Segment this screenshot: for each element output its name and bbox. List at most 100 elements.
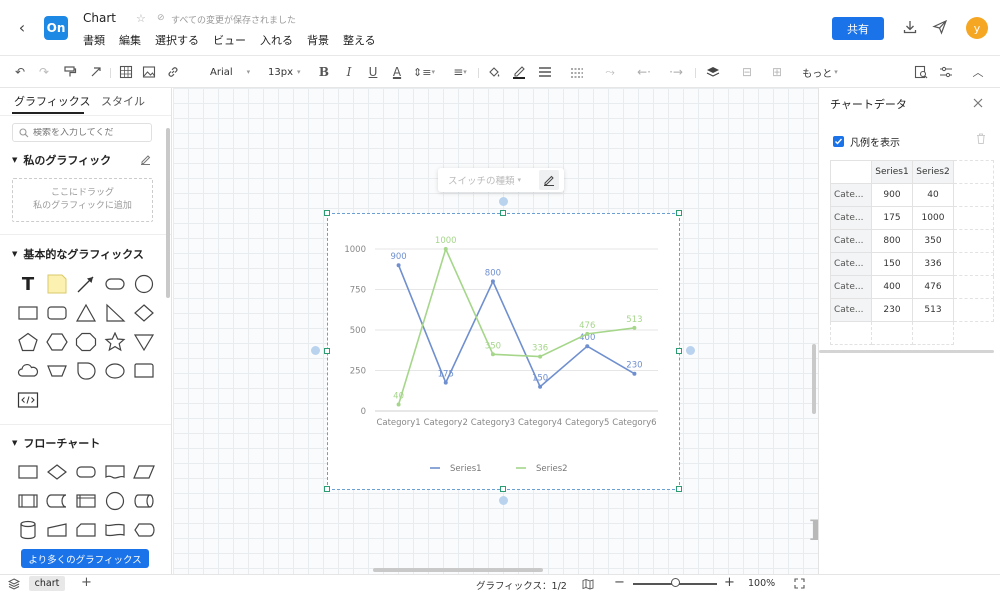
canvas[interactable]: スイッチの種類 ▾ 0 250 500 750 1000 Category1 Categor… — [173, 88, 818, 574]
graphics-search[interactable] — [12, 123, 152, 142]
distribute-icon[interactable]: ⊞ — [768, 64, 786, 80]
menu-item-arrange[interactable]: 整える — [343, 32, 376, 48]
font-family-select[interactable]: Arial ▾ — [210, 64, 258, 80]
table-cell[interactable]: 513 — [912, 298, 954, 322]
show-legend-checkbox[interactable] — [833, 136, 844, 147]
data-shape-icon[interactable] — [132, 462, 156, 482]
connect-point-right[interactable] — [686, 346, 695, 355]
text-shape-icon[interactable]: T — [16, 274, 40, 295]
canvas-horizontal-scrollbar[interactable] — [373, 568, 543, 572]
my-graphics-header[interactable]: ▼ 私のグラフィック — [12, 152, 111, 168]
row-label-cell[interactable]: Cate... — [830, 252, 872, 276]
connect-point-top[interactable] — [499, 197, 508, 206]
drop-zone[interactable]: ここにドラッグ 私のグラフィックに追加 — [12, 178, 153, 222]
menu-item-document[interactable]: 書類 — [83, 32, 105, 48]
bold-icon[interactable]: B — [318, 64, 330, 80]
page-tab[interactable]: chart — [29, 576, 65, 591]
switch-type-label[interactable]: スイッチの種類 — [448, 173, 515, 187]
fullscreen-icon[interactable] — [794, 578, 805, 592]
line-color-icon[interactable] — [511, 64, 527, 80]
arrow-end-icon[interactable]: ·→ — [666, 64, 686, 80]
align-objects-icon[interactable]: ⊟ — [738, 64, 756, 80]
octagon-shape-icon[interactable] — [74, 332, 98, 352]
menu-item-background[interactable]: 背景 — [307, 32, 329, 48]
close-icon[interactable] — [973, 98, 983, 111]
decision-shape-icon[interactable] — [45, 462, 69, 482]
menu-item-select[interactable]: 選択する — [155, 32, 199, 48]
undo-icon[interactable]: ↶ — [12, 64, 28, 80]
avatar[interactable]: y — [966, 17, 988, 39]
connector-style-icon[interactable]: ⤳ — [600, 64, 620, 80]
rounded-square-shape-icon[interactable] — [45, 303, 69, 323]
table-cell[interactable]: 900 — [871, 183, 913, 207]
tab-style[interactable]: スタイル — [101, 93, 145, 109]
align-icon[interactable]: ≡ ▾ — [450, 64, 470, 80]
table-cell[interactable]: 40 — [912, 183, 954, 207]
underline-icon[interactable]: U — [367, 64, 379, 80]
database-shape-icon[interactable] — [16, 520, 40, 540]
html-code-shape-icon[interactable] — [16, 390, 40, 410]
connector-circle-shape-icon[interactable] — [103, 491, 127, 511]
edit-pencil-icon[interactable] — [140, 154, 151, 168]
send-icon[interactable] — [932, 19, 948, 35]
table-cell[interactable]: 350 — [912, 229, 954, 253]
trapezoid-shape-icon[interactable] — [45, 361, 69, 381]
connect-point-left[interactable] — [311, 346, 320, 355]
cloud-shape-icon[interactable] — [16, 361, 40, 381]
back-arrow-icon[interactable]: ‹ — [14, 18, 30, 37]
left-panel-scrollbar[interactable] — [166, 128, 170, 298]
document-shape-icon[interactable] — [103, 462, 127, 482]
line-spacing-icon[interactable]: ⇕≡ ▾ — [413, 64, 435, 80]
add-page-icon[interactable]: + — [81, 575, 92, 590]
clear-format-icon[interactable] — [88, 64, 104, 80]
ellipse-shape-icon[interactable] — [103, 361, 127, 381]
layers-icon[interactable] — [704, 64, 722, 80]
search-input[interactable] — [33, 127, 143, 138]
flowchart-header[interactable]: ▼ フローチャート — [12, 435, 100, 451]
row-label-cell[interactable]: Cate... — [830, 298, 872, 322]
manual-input-shape-icon[interactable] — [45, 520, 69, 540]
settings-sliders-icon[interactable] — [938, 64, 954, 80]
format-painter-icon[interactable] — [62, 64, 78, 80]
stored-data-shape-icon[interactable] — [45, 491, 69, 511]
table-icon[interactable] — [118, 64, 134, 80]
table-cell[interactable]: 800 — [871, 229, 913, 253]
table-cell[interactable]: 230 — [871, 298, 913, 322]
table-cell[interactable]: 476 — [912, 275, 954, 299]
share-button[interactable]: 共有 — [832, 17, 884, 40]
row-label-cell[interactable]: Cate... — [830, 183, 872, 207]
right-triangle-shape-icon[interactable] — [103, 303, 127, 323]
star-shape-icon[interactable] — [103, 332, 127, 352]
zoom-in-icon[interactable]: + — [724, 575, 735, 590]
canvas-vertical-scrollbar[interactable] — [812, 344, 816, 414]
display-shape-icon[interactable] — [132, 520, 156, 540]
punched-tape-shape-icon[interactable] — [103, 520, 127, 540]
circle-shape-icon[interactable] — [132, 274, 156, 294]
process-shape-icon[interactable] — [16, 462, 40, 482]
card-shape-icon[interactable] — [74, 520, 98, 540]
internal-storage-shape-icon[interactable] — [74, 491, 98, 511]
menu-item-view[interactable]: ビュー — [213, 32, 246, 48]
redo-icon[interactable]: ↷ — [36, 64, 52, 80]
table-cell[interactable]: 175 — [871, 206, 913, 230]
table-cell[interactable]: 1000 — [912, 206, 954, 230]
link-icon[interactable] — [165, 64, 181, 80]
trash-icon[interactable] — [976, 133, 986, 147]
hexagon-shape-icon[interactable] — [45, 332, 69, 352]
edit-chart-icon[interactable] — [539, 170, 559, 190]
show-legend-option[interactable]: 凡例を表示 — [833, 134, 900, 149]
table-cell[interactable]: 150 — [871, 252, 913, 276]
line-style-icon[interactable] — [568, 64, 588, 80]
arrow-line-icon[interactable] — [74, 274, 98, 294]
zoom-slider-knob[interactable] — [670, 578, 680, 587]
collapse-toolbar-icon[interactable]: ︿ — [970, 64, 986, 80]
more-graphics-button[interactable]: より多くのグラフィックス — [21, 549, 149, 568]
triangle-shape-icon[interactable] — [74, 303, 98, 323]
line-chart[interactable]: 02505007501000Category1 Category2 Category… — [328, 214, 679, 489]
folded-rect-shape-icon[interactable] — [132, 361, 156, 381]
direct-data-shape-icon[interactable] — [132, 491, 156, 511]
connect-point-bottom[interactable] — [499, 496, 508, 505]
row-label-cell[interactable]: Cate... — [830, 229, 872, 253]
image-icon[interactable] — [141, 64, 157, 80]
star-icon[interactable]: ☆ — [136, 12, 146, 25]
